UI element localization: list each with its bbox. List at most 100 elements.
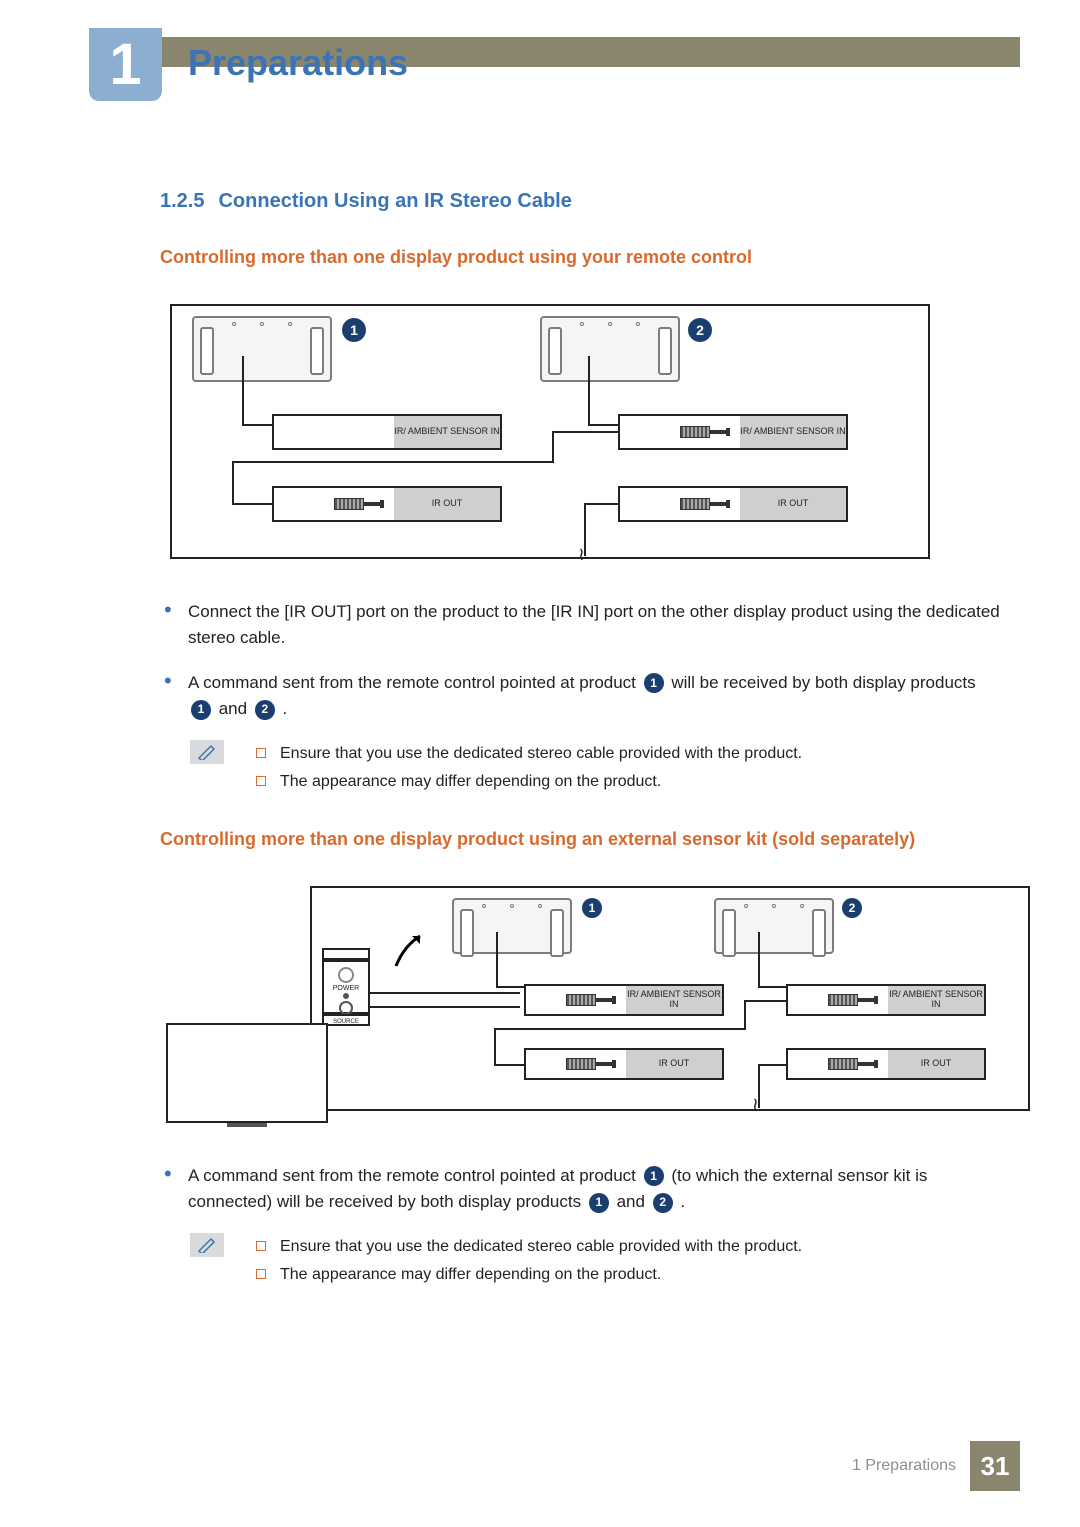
remote-power-label: POWER [324, 985, 368, 992]
bullet-list-2: A command sent from the remote control p… [160, 1163, 1000, 1216]
display-1-rear-icon [452, 898, 572, 954]
port-row: IR/ AMBIENT SENSOR IN [524, 984, 724, 1016]
bullet-text: and [214, 699, 252, 718]
callout-2: 2 [688, 318, 712, 342]
cable-line [232, 461, 234, 505]
footer-chapter-ref: 1 Preparations [852, 1457, 956, 1475]
cable-break-icon: ≀ [752, 1094, 759, 1115]
callout-2: 2 [842, 898, 862, 918]
note-list: Ensure that you use the dedicated stereo… [254, 740, 1000, 794]
cable-line [494, 1028, 744, 1030]
cable-line [232, 503, 272, 505]
bullet-text: and [612, 1192, 650, 1211]
pointer-line [496, 932, 498, 988]
cable-line [758, 1064, 786, 1066]
tv-front-icon [166, 1023, 328, 1123]
callout-1-inline: 1 [644, 673, 664, 693]
jack-icon [828, 993, 878, 1007]
jack-icon [828, 1057, 878, 1071]
port-row: IR/ AMBIENT SENSOR IN [786, 984, 986, 1016]
note-item: The appearance may differ depending on t… [254, 1261, 1000, 1288]
callout-1-inline: 1 [589, 1193, 609, 1213]
section-heading: 1.2.5 Connection Using an IR Stereo Cable [160, 190, 1000, 213]
display-1-rear-icon [192, 316, 332, 382]
cable-line [552, 431, 620, 433]
bullet-text: . [278, 699, 287, 718]
bullet-text: A command sent from the remote control p… [188, 1166, 641, 1185]
note-item: Ensure that you use the dedicated stereo… [254, 1233, 1000, 1260]
diagram-ir-cable: 1 2 IR/ AMBIENT SENSOR IN IR/ AMBIENT SE… [170, 304, 930, 559]
port-row: IR/ AMBIENT SENSOR IN [618, 414, 848, 450]
diagram-external-sensor: 1 2 IR/ AMBIENT SENSOR IN IR/ AMBIENT SE… [310, 886, 1030, 1111]
cable-line [494, 1064, 524, 1066]
list-item: A command sent from the remote control p… [160, 1163, 1000, 1216]
port-label-sensor-in: IR/ AMBIENT SENSOR IN [394, 416, 500, 448]
callout-1: 1 [582, 898, 602, 918]
note-block: Ensure that you use the dedicated stereo… [190, 1233, 1000, 1287]
remote-source-label: SOURCE [322, 1014, 370, 1026]
section-title: Connection Using an IR Stereo Cable [218, 190, 571, 212]
callout-2-inline: 2 [255, 700, 275, 720]
chapter-number-badge: 1 [89, 28, 162, 101]
display-2-rear-icon [714, 898, 834, 954]
callout-1-inline: 1 [191, 700, 211, 720]
list-item: A command sent from the remote control p… [160, 670, 1000, 723]
cable-line [232, 461, 552, 463]
cable-break-icon: ≀ [578, 544, 585, 565]
cable-line [494, 1028, 496, 1066]
note-item: Ensure that you use the dedicated stereo… [254, 740, 1000, 767]
port-label-sensor-in: IR/ AMBIENT SENSOR IN [740, 416, 846, 448]
cable-line [552, 431, 554, 463]
port-label-ir-out: IR OUT [888, 1050, 984, 1078]
bullet-text: A command sent from the remote control p… [188, 673, 641, 692]
callout-1: 1 [342, 318, 366, 342]
port-label-ir-out: IR OUT [394, 488, 500, 520]
callout-1-inline: 1 [644, 1166, 664, 1186]
chapter-number: 1 [109, 31, 141, 98]
arrow-icon [390, 926, 434, 970]
jack-icon [334, 497, 384, 511]
list-item: Connect the [IR OUT] port on the product… [160, 599, 1000, 652]
port-row: IR OUT [618, 486, 848, 522]
cable-line [744, 1000, 788, 1002]
section-number: 1.2.5 [160, 190, 204, 212]
note-pencil-icon [190, 740, 224, 764]
page-content: 1.2.5 Connection Using an IR Stereo Cable… [160, 190, 1000, 1288]
jack-icon [680, 425, 730, 439]
port-label-sensor-in: IR/ AMBIENT SENSOR IN [626, 986, 722, 1014]
bullet-text: Connect the [IR OUT] port on the product… [188, 602, 1000, 647]
page-footer: 1 Preparations 31 [852, 1441, 1020, 1491]
chapter-title: Preparations [188, 42, 408, 84]
external-sensor-kit-icon: POWER SOURCE [322, 948, 370, 1026]
jack-icon [566, 993, 616, 1007]
note-pencil-icon [190, 1233, 224, 1257]
port-label-ir-out: IR OUT [626, 1050, 722, 1078]
subsection-heading-1: Controlling more than one display produc… [160, 247, 1000, 268]
subsection-heading-2: Controlling more than one display produc… [160, 829, 1000, 850]
jack-icon [680, 497, 730, 511]
note-list: Ensure that you use the dedicated stereo… [254, 1233, 1000, 1287]
page-number: 31 [981, 1451, 1010, 1482]
cable-line [744, 1000, 746, 1030]
display-2-rear-icon [540, 316, 680, 382]
port-row: IR OUT [786, 1048, 986, 1080]
port-row: IR OUT [524, 1048, 724, 1080]
pointer-line [588, 356, 590, 426]
jack-icon [566, 1057, 616, 1071]
port-label-ir-out: IR OUT [740, 488, 846, 520]
cable-line [370, 1006, 520, 1008]
callout-2-inline: 2 [653, 1193, 673, 1213]
pointer-line [242, 356, 244, 426]
cable-line [370, 992, 520, 994]
port-row: IR/ AMBIENT SENSOR IN [272, 414, 502, 450]
note-item: The appearance may differ depending on t… [254, 768, 1000, 795]
bullet-list-1: Connect the [IR OUT] port on the product… [160, 599, 1000, 722]
cable-line [584, 503, 618, 505]
note-block: Ensure that you use the dedicated stereo… [190, 740, 1000, 794]
port-row: IR OUT [272, 486, 502, 522]
port-label-sensor-in: IR/ AMBIENT SENSOR IN [888, 986, 984, 1014]
bullet-text: . [676, 1192, 685, 1211]
bullet-text: will be received by both display product… [667, 673, 976, 692]
pointer-line [758, 932, 760, 988]
page-number-badge: 31 [970, 1441, 1020, 1491]
